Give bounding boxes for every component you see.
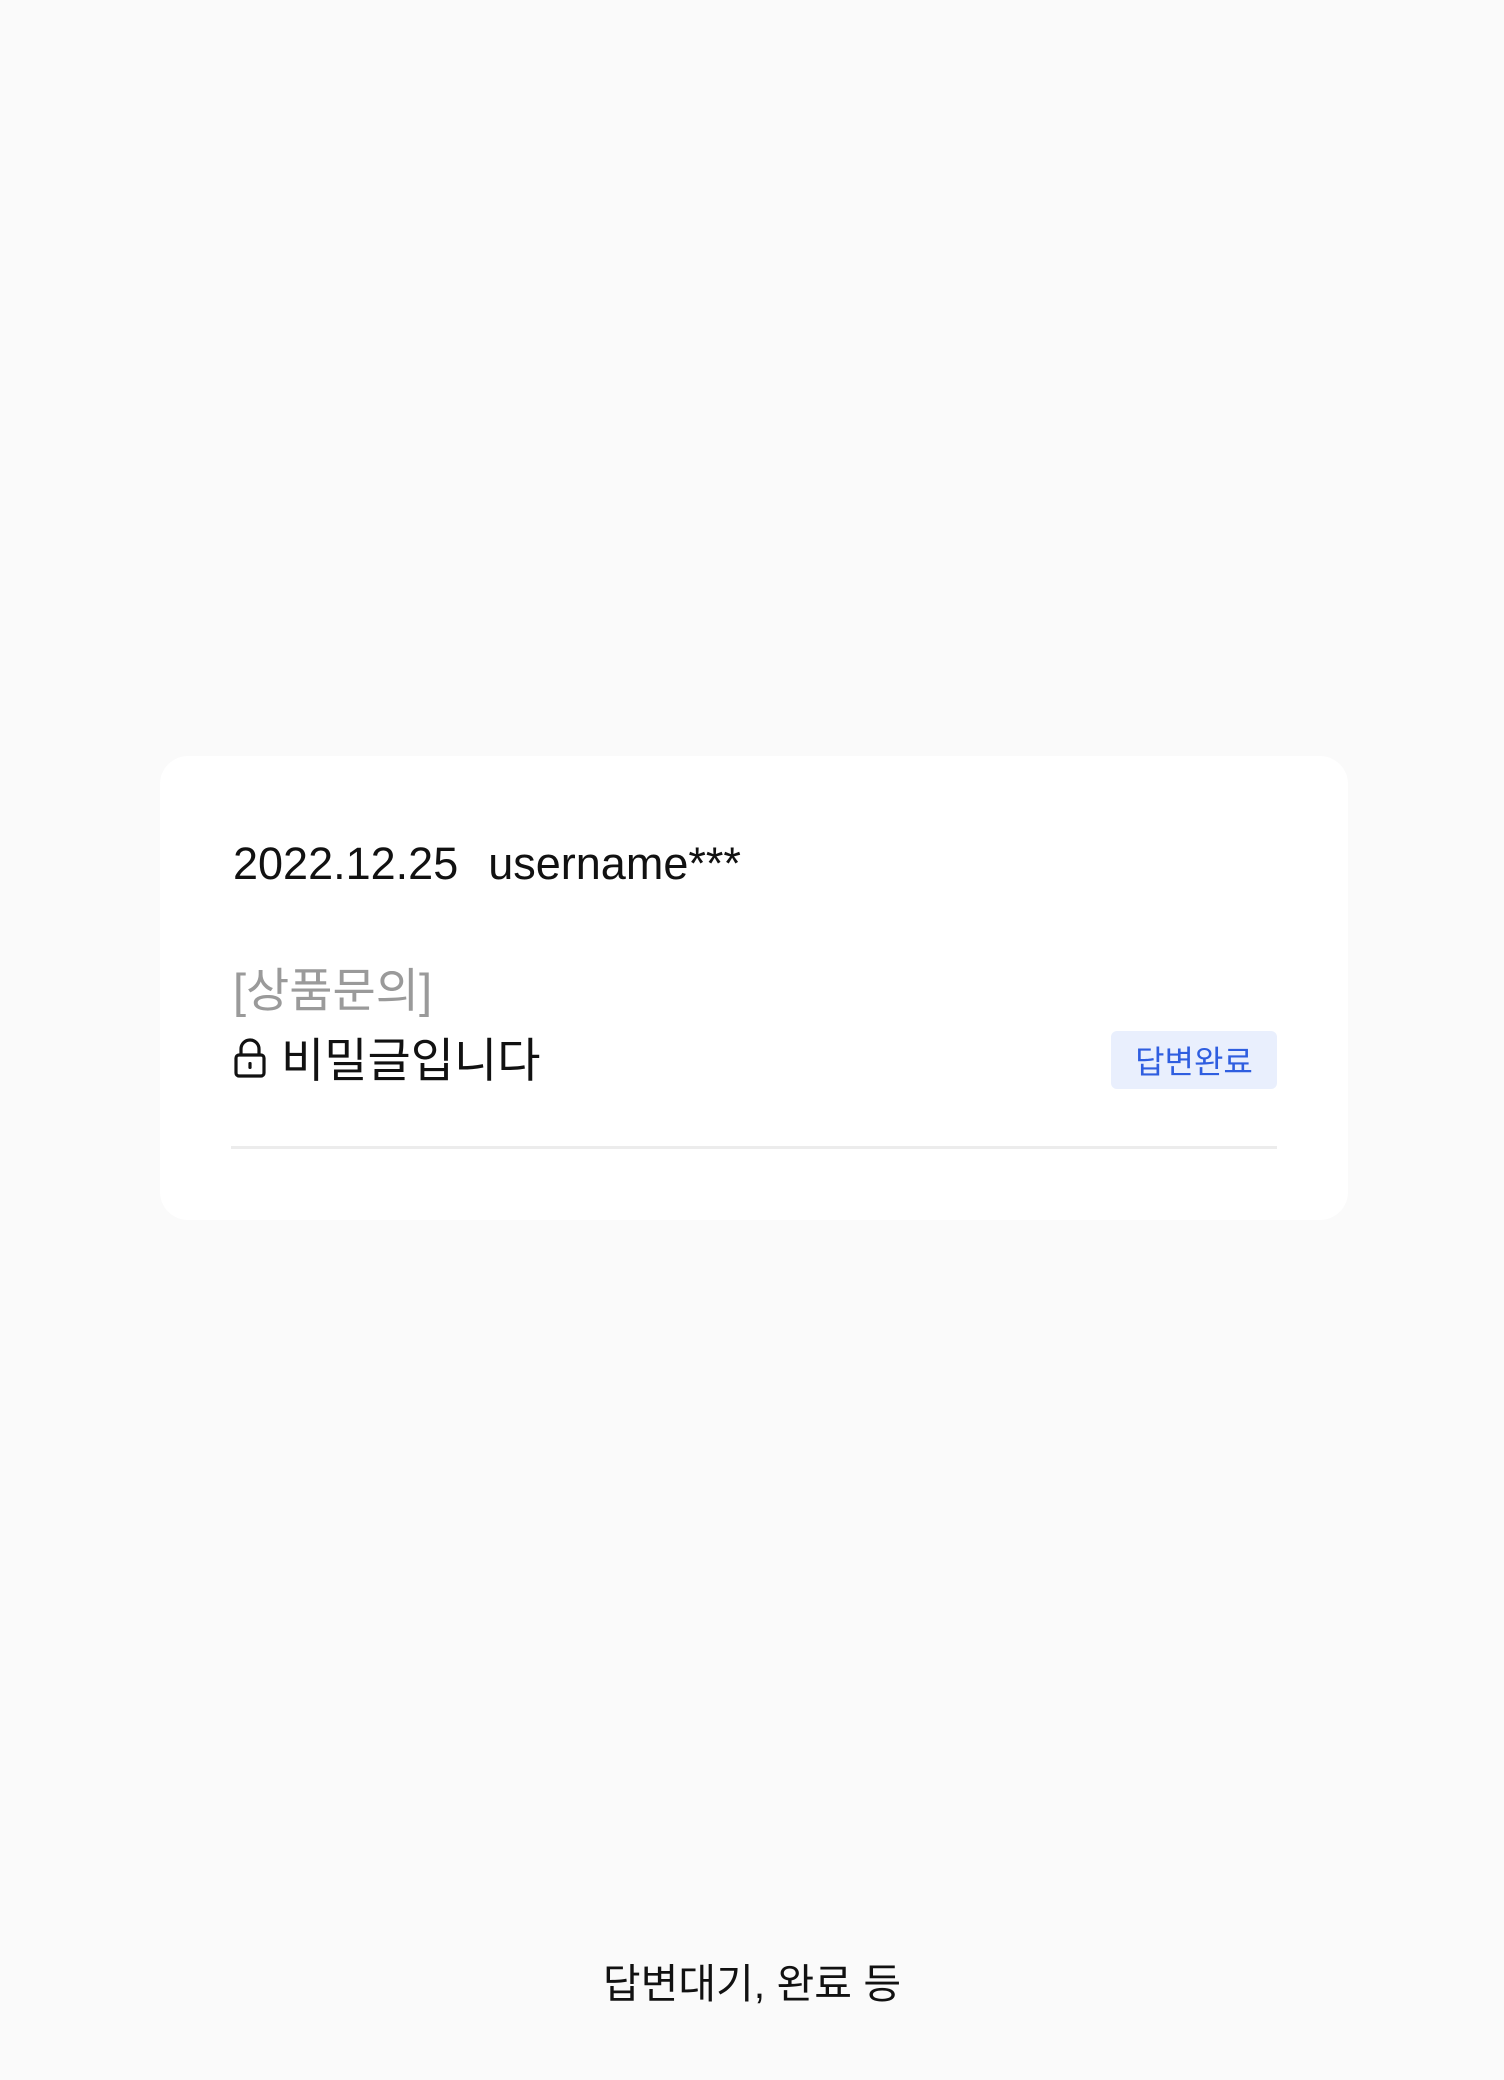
status-badge: 답변완료 xyxy=(1111,1031,1277,1089)
inquiry-username: username*** xyxy=(488,838,741,889)
divider xyxy=(231,1146,1277,1149)
inquiry-meta: 2022.12.25 username*** xyxy=(233,832,741,896)
inquiry-title[interactable]: 비밀글입니다 xyxy=(281,1022,540,1091)
caption-text: 답변대기, 완료 등 xyxy=(602,1961,902,2007)
lock-icon xyxy=(233,1037,267,1079)
inquiry-title-row[interactable]: 비밀글입니다 xyxy=(233,1024,540,1088)
inquiry-category: [상품문의] xyxy=(233,964,433,1017)
inquiry-card[interactable]: 2022.12.25 username*** [상품문의] 비밀글입니다 답변완… xyxy=(160,756,1348,1220)
inquiry-date: 2022.12.25 xyxy=(233,838,459,889)
